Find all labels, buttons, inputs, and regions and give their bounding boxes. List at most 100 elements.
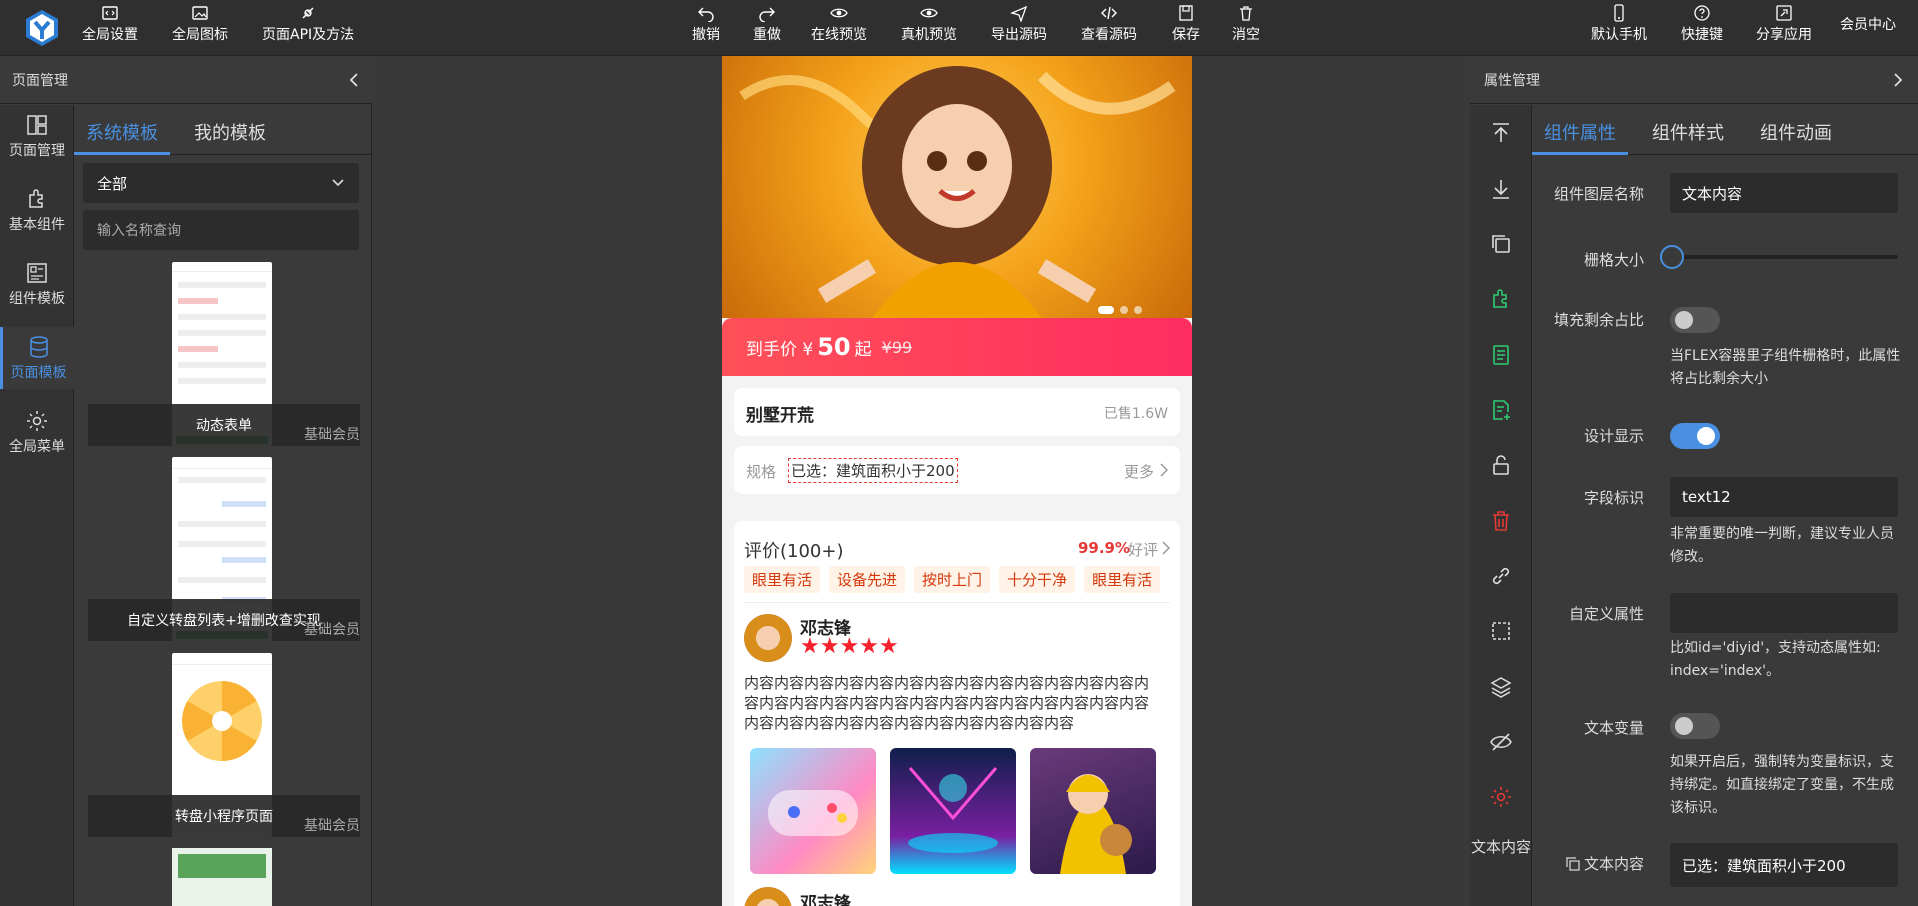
arrow-down-icon[interactable] [1489,177,1513,201]
text-content-label: 文本内容 [1566,853,1644,874]
component-type-label: 文本内容 [1470,838,1531,856]
eye-icon [830,8,848,18]
save-button[interactable]: 保存 [1172,4,1200,44]
select-icon[interactable] [1489,619,1513,643]
spec-card[interactable]: 规格 已选：建筑面积小于200 更多 [734,446,1180,494]
template-card[interactable]: 转盘小程序页面 基础会员 [88,653,360,837]
carousel-dot-active[interactable] [1098,306,1114,314]
category-select[interactable]: 全部 [83,163,359,203]
copy-icon[interactable] [1566,856,1580,871]
tab-component-props[interactable]: 组件属性 [1532,105,1628,155]
spec-more[interactable]: 更多 [1124,461,1154,482]
arrow-top-icon[interactable] [1489,121,1513,145]
redo-button[interactable]: 重做 [753,4,781,44]
trash-icon [1240,6,1252,21]
global-settings-button[interactable]: 全局设置 [82,4,138,44]
review-title: 评价(100+) [744,541,844,562]
review-tag[interactable]: 眼里有活 [1084,566,1161,593]
spec-value[interactable]: 已选：建筑面积小于200 [788,458,958,483]
unlock-icon[interactable] [1489,453,1513,477]
left-panel-title: 页面管理 [12,72,68,89]
shortcut-button[interactable]: 快捷键 [1681,4,1723,44]
text-content-input[interactable]: 已选：建筑面积小于200 [1670,843,1898,887]
design-display-switch[interactable] [1670,423,1720,449]
copy-icon[interactable] [1489,232,1513,256]
carousel-dot[interactable] [1134,306,1142,314]
link-icon[interactable] [1489,564,1513,588]
review-image[interactable] [750,748,876,874]
stage-illustration [908,767,998,853]
gear-icon[interactable] [1489,785,1513,809]
tab-component-style[interactable]: 组件样式 [1628,105,1736,155]
template-tag: 基础会员 [304,818,360,834]
share-icon [1776,5,1792,21]
layers-icon[interactable] [1489,675,1513,699]
export-source-button[interactable]: 导出源码 [991,4,1047,44]
template-tag: 基础会员 [304,427,360,443]
puzzle-icon[interactable] [1489,287,1513,311]
grid-size-slider[interactable] [1660,245,1898,269]
nav-page-manage[interactable]: 页面管理 [0,105,74,167]
share-app-button[interactable]: 分享应用 [1756,4,1812,44]
send-icon [1010,5,1028,22]
global-icons-button[interactable]: 全局图标 [172,4,228,44]
custom-attr-help: 比如id='diyid'，支持动态属性如: index='index'。 [1670,640,1881,679]
online-preview-button[interactable]: 在线预览 [811,4,867,44]
review-tag[interactable]: 按时上门 [914,566,991,593]
nav-component-templates[interactable]: 组件模板 [0,253,74,315]
tab-component-animation[interactable]: 组件动画 [1736,105,1844,155]
device-preview-button[interactable]: 真机预览 [901,4,957,44]
review-tag[interactable]: 设备先进 [829,566,906,593]
page-api-button[interactable]: 页面API及方法 [262,4,354,44]
component-tool-column: 文本内容 [1470,105,1532,906]
carousel-dot[interactable] [1120,306,1128,314]
collapse-left-icon[interactable] [348,72,360,88]
field-id-input[interactable]: text12 [1670,477,1898,517]
gear-icon [27,410,47,431]
review-tag[interactable]: 眼里有活 [744,566,821,593]
layout-icon [27,114,47,135]
template-search-input[interactable]: 输入名称查询 [83,210,359,250]
template-tabs: 系统模板 我的模板 [74,105,371,155]
document-icon[interactable] [1489,343,1513,367]
custom-attr-input[interactable] [1670,593,1898,633]
reviewer-name: 邓志锋 [800,894,851,906]
member-center-link[interactable]: 会员中心 [1840,14,1896,34]
fill-ratio-help: 当FLEX容器里子组件栅格时，此属性将占比剩余大小 [1670,348,1901,387]
right-panel-title: 属性管理 [1484,72,1540,89]
nav-page-templates[interactable]: 页面模板 [0,327,74,389]
view-source-button[interactable]: 查看源码 [1081,4,1137,44]
review-tag[interactable]: 十分干净 [999,566,1076,593]
app-logo-icon [26,10,58,46]
fill-ratio-switch[interactable] [1670,307,1720,333]
review-image[interactable] [890,748,1016,874]
default-phone-button[interactable]: 默认手机 [1591,4,1647,44]
right-panel-header: 属性管理 [1470,56,1918,104]
clear-button[interactable]: 消空 [1232,4,1260,44]
trash-icon[interactable] [1489,509,1513,533]
text-var-label: 文本变量 [1583,719,1644,737]
product-title: 别墅开荒 [746,406,814,426]
divider [744,602,1170,603]
nav-global-menu[interactable]: 全局菜单 [0,401,74,463]
price-prefix: 到手价 ¥ [746,339,814,360]
property-panel: 组件属性 组件样式 组件动画 组件图层名称 文本内容 栅格大小 填充剩余占比 当… [1532,105,1918,906]
banner-image[interactable] [722,56,1192,318]
text-var-help: 如果开启后，强制转为变量标识，支持绑定。如直接绑定了变量，不生成该标识。 [1670,754,1894,816]
text-var-switch[interactable] [1670,713,1720,739]
layer-name-input[interactable]: 文本内容 [1670,173,1898,213]
save-icon [1179,5,1193,21]
collapse-right-icon[interactable] [1892,72,1904,88]
price-value: 50 [817,333,851,361]
template-card[interactable]: 动态表单 基础会员 [88,262,360,446]
tab-system-templates[interactable]: 系统模板 [74,105,170,155]
nav-basic-components[interactable]: 基本组件 [0,179,74,241]
template-card[interactable]: 自定义转盘列表+增删改查实现 基础会员 [88,457,360,641]
tab-my-templates[interactable]: 我的模板 [182,105,278,155]
review-image[interactable] [1030,748,1156,874]
eye-off-icon[interactable] [1489,730,1513,754]
document-add-icon[interactable] [1489,398,1513,422]
rating-stars: ★★★★★ [800,634,899,659]
slider-handle[interactable] [1660,245,1684,269]
undo-button[interactable]: 撤销 [692,4,720,44]
